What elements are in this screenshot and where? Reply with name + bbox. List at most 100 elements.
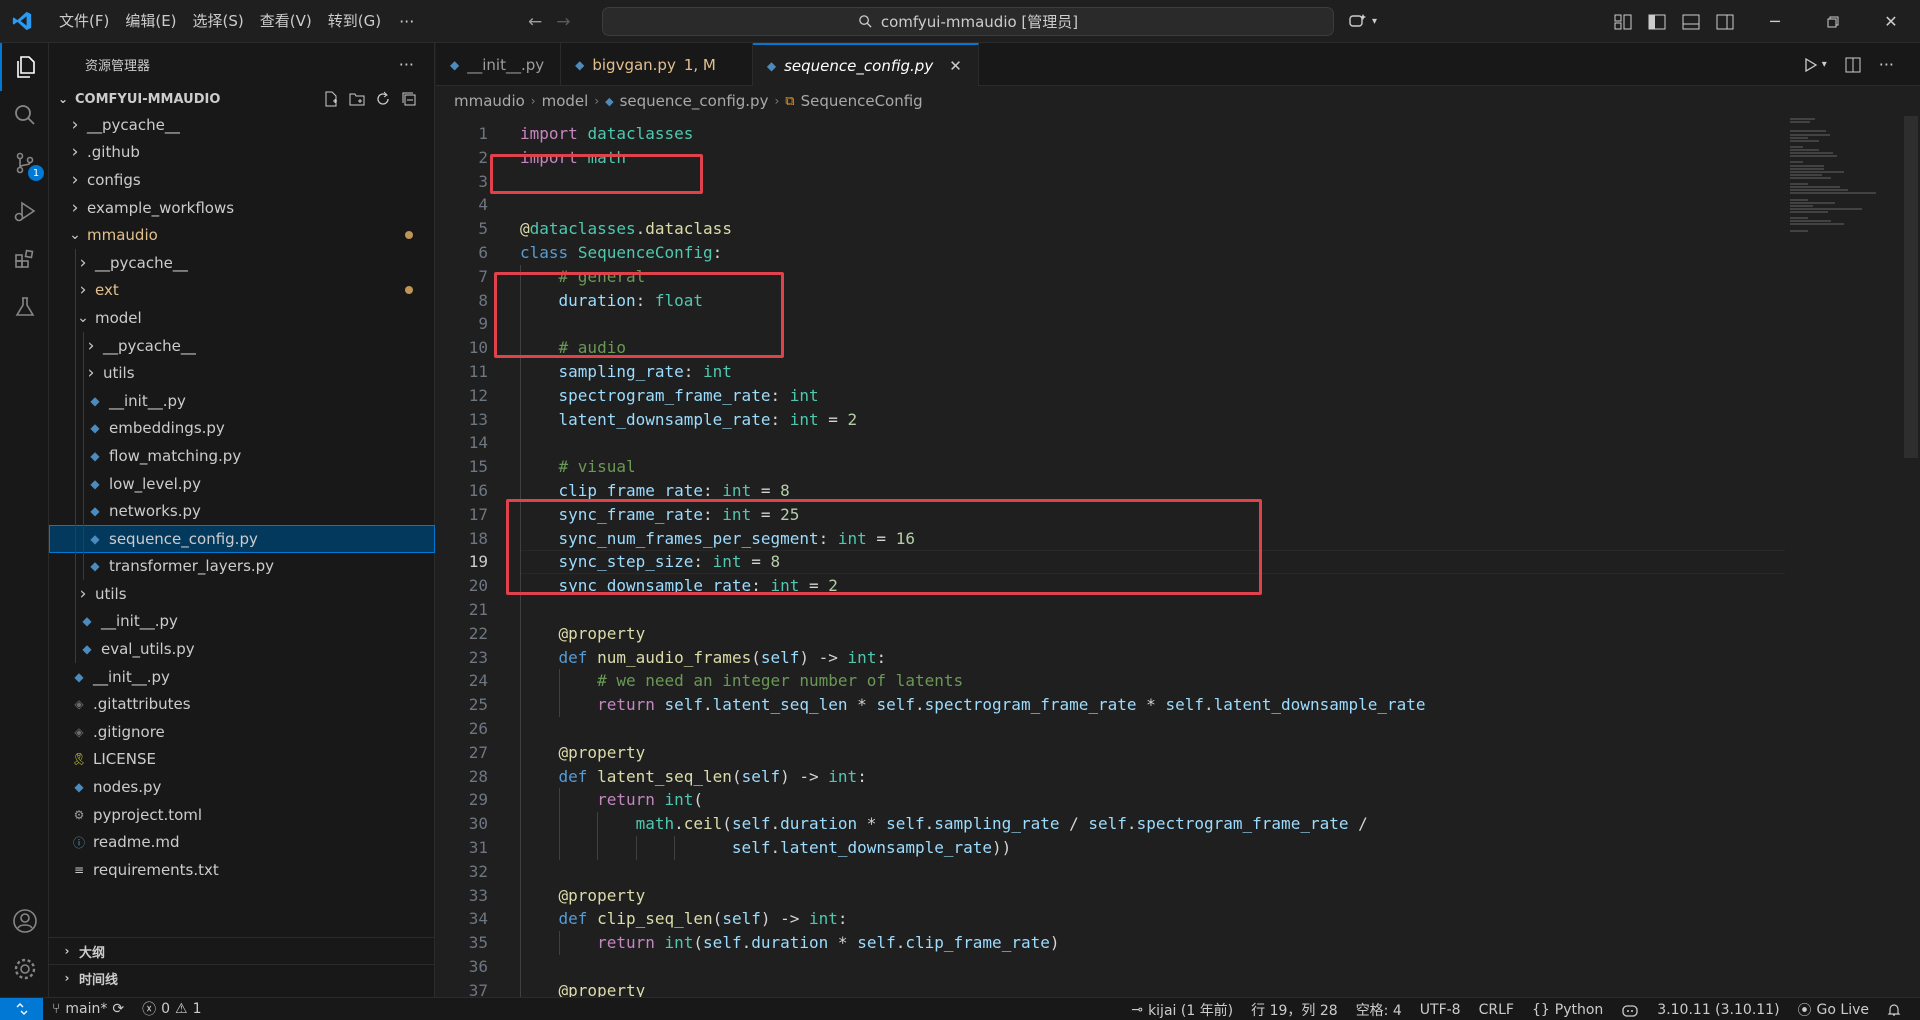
code-line[interactable]: 12 spectrogram_frame_rate: int xyxy=(436,384,1786,408)
split-editor-icon[interactable] xyxy=(1845,57,1861,73)
code-line[interactable]: 21 xyxy=(436,598,1786,622)
breadcrumb-item[interactable]: model xyxy=(542,92,589,110)
tree-folder[interactable]: › .github xyxy=(49,139,435,167)
testing-flask-icon[interactable] xyxy=(0,283,49,331)
new-file-icon[interactable] xyxy=(323,91,339,107)
breadcrumb-item[interactable]: SequenceConfig xyxy=(801,92,923,110)
tree-file[interactable]: ◆ __init__.py xyxy=(49,607,435,636)
tree-folder[interactable]: ⌄ model xyxy=(49,304,435,332)
tree-file[interactable]: ◈ .gitattributes xyxy=(49,690,435,718)
code-line[interactable]: 11 sampling_rate: int xyxy=(436,360,1786,384)
language-mode[interactable]: {} Python xyxy=(1523,998,1612,1020)
tree-file[interactable]: 🎗 LICENSE xyxy=(49,746,435,774)
code-line[interactable]: 22 @property xyxy=(436,622,1786,646)
new-folder-icon[interactable] xyxy=(349,91,365,107)
remote-indicator-icon[interactable] xyxy=(0,997,43,1020)
tree-folder[interactable]: › __pycache__ xyxy=(49,248,435,277)
toggle-secondary-sidebar-icon[interactable] xyxy=(1716,14,1734,30)
tree-file[interactable]: ◆ transformer_layers.py xyxy=(49,552,435,581)
tree-file[interactable]: ≡ requirements.txt xyxy=(49,856,435,884)
code-line[interactable]: 13 latent_downsample_rate: int = 2 xyxy=(436,408,1786,432)
menu-item[interactable]: 查看(V) xyxy=(252,0,320,43)
line-ending[interactable]: CRLF xyxy=(1470,998,1523,1020)
code-line[interactable]: 31 self.latent_downsample_rate)) xyxy=(436,836,1786,860)
code-line[interactable]: 26 xyxy=(436,717,1786,741)
tree-file[interactable]: ◆ nodes.py xyxy=(49,773,435,801)
code-editor[interactable]: 1 import dataclasses 2 import math 3 4 5 @datac… xyxy=(436,116,1920,997)
outline-section[interactable]: › 大纲 xyxy=(49,937,435,964)
vertical-scrollbar[interactable] xyxy=(1904,116,1918,997)
more-actions-icon[interactable]: ··· xyxy=(399,55,414,74)
code-line[interactable]: 29 return int( xyxy=(436,788,1786,812)
tree-folder[interactable]: › __pycache__ xyxy=(49,111,435,139)
cursor-position[interactable]: 行 19，列 28 xyxy=(1242,998,1347,1020)
menu-item[interactable]: 编辑(E) xyxy=(117,0,184,43)
code-line[interactable]: 35 return int(self.duration * self.clip_… xyxy=(436,931,1786,955)
search-icon[interactable] xyxy=(0,91,49,139)
tab-sequence-config-py[interactable]: ◆ sequence_config.py ✕ xyxy=(752,43,979,86)
encoding[interactable]: UTF-8 xyxy=(1411,998,1470,1020)
tab-init-py[interactable]: ◆ __init__.py xyxy=(436,43,562,86)
explorer-icon[interactable] xyxy=(0,43,49,91)
more-menu-icon[interactable]: ··· xyxy=(389,12,424,31)
tree-file[interactable]: ◆ __init__.py xyxy=(49,663,435,691)
tree-file[interactable]: ◆ embeddings.py xyxy=(49,414,435,443)
settings-gear-icon[interactable] xyxy=(0,945,49,993)
tree-folder[interactable]: › utils xyxy=(49,359,435,387)
go-live-button[interactable]: ⦿ Go Live xyxy=(1789,998,1878,1020)
python-interpreter[interactable]: 3.10.11 (3.10.11) xyxy=(1648,998,1788,1020)
timeline-section[interactable]: › 时间线 xyxy=(49,964,435,991)
indentation[interactable]: 空格: 4 xyxy=(1347,998,1411,1020)
forward-arrow-icon[interactable]: → xyxy=(556,12,570,32)
tree-file[interactable]: ◆ networks.py xyxy=(49,497,435,525)
tree-file[interactable]: ◆ eval_utils.py xyxy=(49,635,435,663)
extensions-icon[interactable] xyxy=(0,235,49,283)
copilot-status-icon[interactable] xyxy=(1612,998,1648,1020)
menu-item[interactable]: 选择(S) xyxy=(185,0,252,43)
code-line[interactable]: 4 xyxy=(436,193,1786,217)
minimize-icon[interactable]: ─ xyxy=(1746,0,1804,43)
source-control-icon[interactable]: 1 xyxy=(0,139,49,187)
code-line[interactable]: 30 math.ceil(self.duration * self.sampli… xyxy=(436,812,1786,836)
account-icon[interactable] xyxy=(0,897,49,945)
code-line[interactable]: 5 @dataclasses.dataclass xyxy=(436,217,1786,241)
code-line[interactable]: 23 def num_audio_frames(self) -> int: xyxy=(436,646,1786,670)
menu-item[interactable]: 文件(F) xyxy=(51,0,117,43)
breadcrumb-item[interactable]: sequence_config.py xyxy=(620,92,769,110)
tree-file[interactable]: ◆ sequence_config.py xyxy=(49,524,435,553)
close-icon[interactable]: ✕ xyxy=(1862,0,1920,43)
code-line[interactable]: 34 def clip_seq_len(self) -> int: xyxy=(436,907,1786,931)
tree-file[interactable]: ⚙ pyproject.toml xyxy=(49,801,435,829)
notifications-bell-icon[interactable] xyxy=(1878,998,1910,1020)
code-line[interactable]: 24 # we need an integer number of latent… xyxy=(436,669,1786,693)
more-actions-icon[interactable]: ··· xyxy=(1879,55,1894,74)
restore-icon[interactable] xyxy=(1804,0,1862,43)
customize-layout-icon[interactable] xyxy=(1614,14,1632,30)
minimap[interactable] xyxy=(1780,116,1900,997)
command-center[interactable]: comfyui-mmaudio [管理员] xyxy=(602,7,1334,36)
tree-folder[interactable]: › ext xyxy=(49,276,435,305)
tree-file[interactable]: ◈ .gitignore xyxy=(49,718,435,746)
problems-indicator[interactable]: ⓧ 0 ⚠ 1 xyxy=(133,998,210,1020)
code-line[interactable]: 28 def latent_seq_len(self) -> int: xyxy=(436,765,1786,789)
toggle-primary-sidebar-icon[interactable] xyxy=(1648,14,1666,30)
code-line[interactable]: 36 xyxy=(436,955,1786,979)
tree-file[interactable]: ◆ low_level.py xyxy=(49,469,435,498)
collapse-all-icon[interactable] xyxy=(401,91,417,107)
code-line[interactable]: 1 import dataclasses xyxy=(436,122,1786,146)
git-blame[interactable]: ⊸ kijai (1 年前) xyxy=(1122,998,1242,1020)
back-arrow-icon[interactable]: ← xyxy=(528,12,542,32)
run-python-icon[interactable]: ▾ xyxy=(1804,57,1827,72)
code-line[interactable]: 33 @property xyxy=(436,884,1786,908)
code-line[interactable]: 6 class SequenceConfig: xyxy=(436,241,1786,265)
code-line[interactable]: 32 xyxy=(436,860,1786,884)
run-debug-icon[interactable] xyxy=(0,187,49,235)
copilot-button[interactable]: ▾ xyxy=(1348,8,1377,34)
toggle-panel-icon[interactable] xyxy=(1682,14,1700,30)
code-line[interactable]: 15 # visual xyxy=(436,455,1786,479)
tree-folder[interactable]: ⌄ mmaudio xyxy=(49,221,435,249)
branch-indicator[interactable]: ⑂ main* ⟳ xyxy=(43,998,133,1020)
code-line[interactable]: 14 xyxy=(436,431,1786,455)
tree-folder[interactable]: › __pycache__ xyxy=(49,331,435,360)
tree-folder[interactable]: › example_workflows xyxy=(49,194,435,222)
